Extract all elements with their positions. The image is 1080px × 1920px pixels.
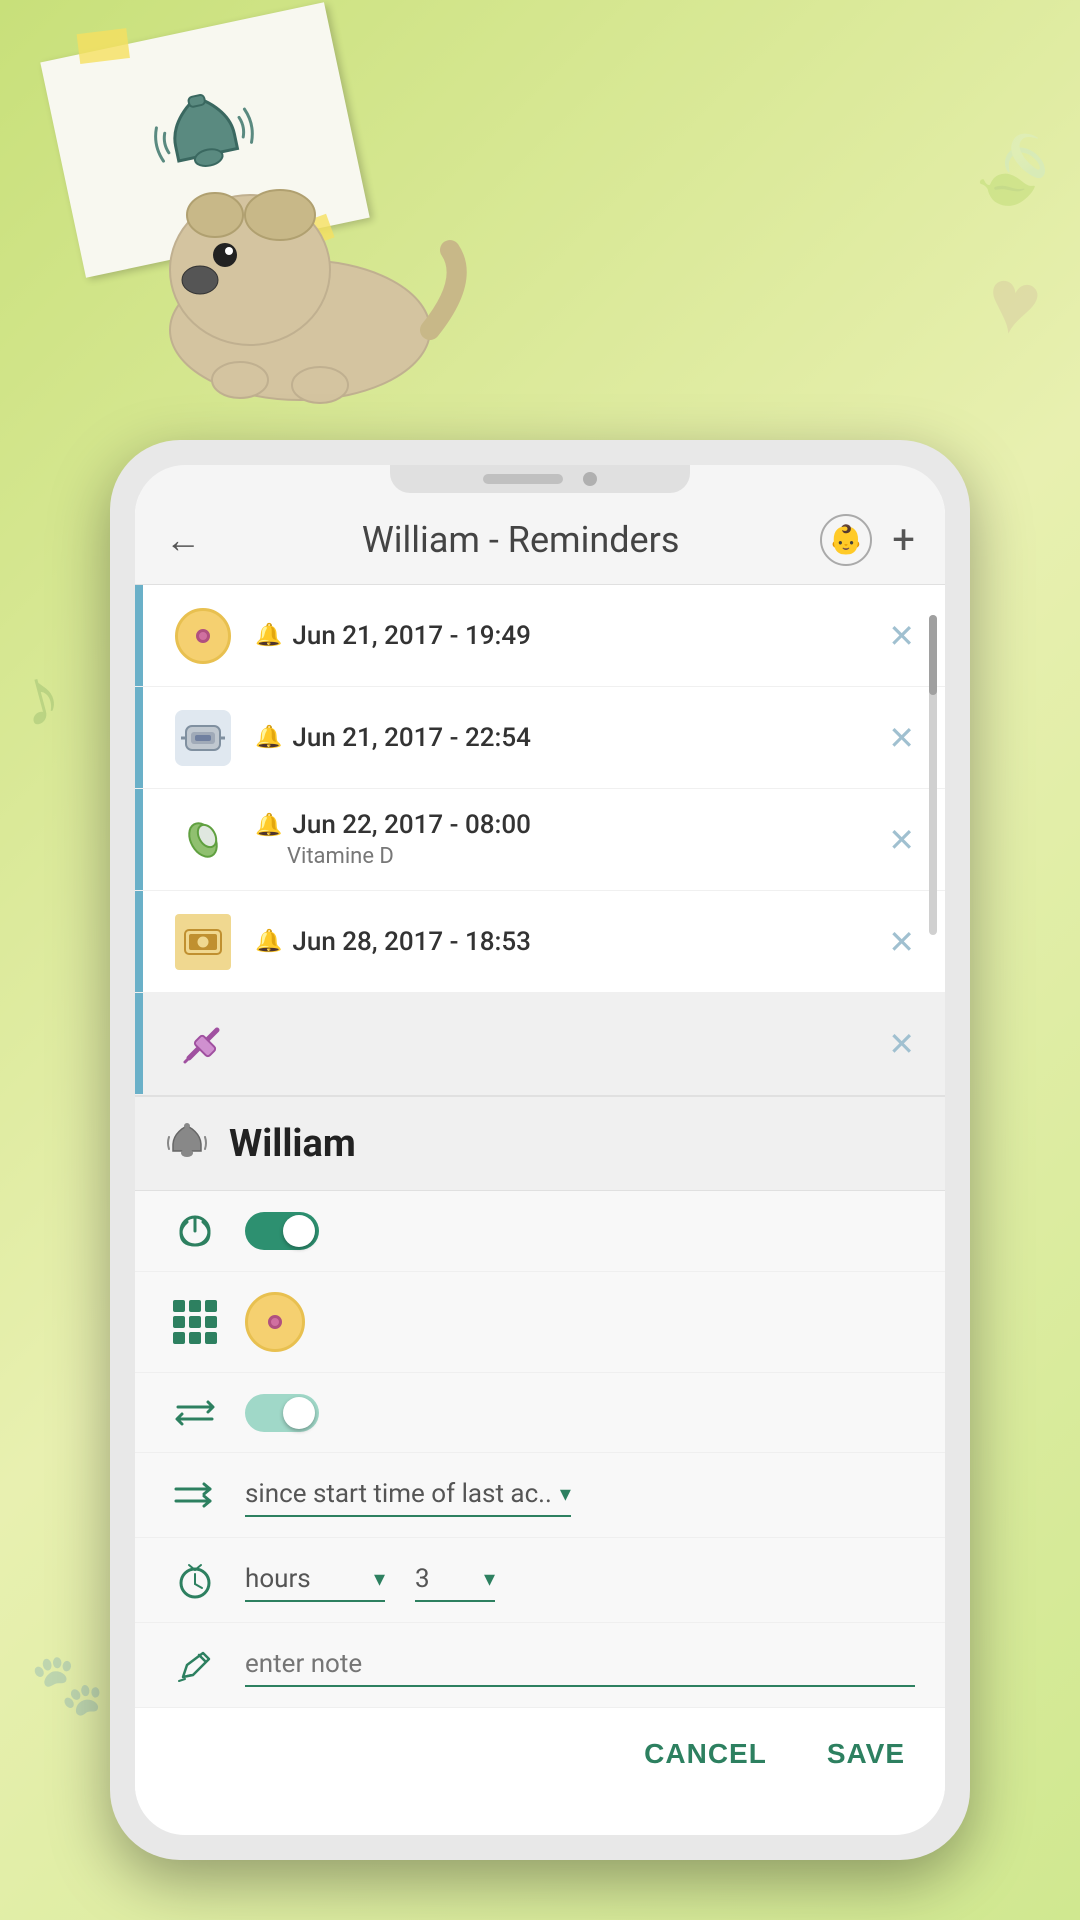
reminder-note: Vitamine D — [287, 844, 878, 869]
reminder-info: 🔔 Jun 28, 2017 - 18:53 — [255, 927, 878, 957]
detail-bell-icon — [165, 1119, 209, 1168]
delete-button[interactable]: ✕ — [878, 709, 925, 767]
since-arrow-icon: ▾ — [560, 1482, 571, 1507]
since-dropdown[interactable]: since start time of last ac.. ▾ — [245, 1473, 571, 1517]
hours-dropdown[interactable]: hours ▾ — [245, 1558, 385, 1602]
reminder-info: 🔔 Jun 21, 2017 - 22:54 — [255, 723, 878, 753]
number-arrow-icon: ▾ — [484, 1567, 495, 1592]
cancel-button[interactable]: CANCEL — [634, 1728, 777, 1780]
reminder-info: 🔔 Jun 22, 2017 - 08:00 Vitamine D — [255, 810, 878, 869]
since-text: since start time of last ac.. — [245, 1479, 552, 1509]
stuffed-animal — [120, 150, 480, 414]
toggle-knob — [283, 1215, 315, 1247]
header-bar: ← William - Reminders 👶 + — [135, 495, 945, 585]
number-value: 3 — [415, 1564, 476, 1594]
category-row[interactable] — [135, 1272, 945, 1373]
power-icon — [165, 1211, 225, 1251]
time-row[interactable]: hours ▾ 3 ▾ — [135, 1538, 945, 1623]
reminder-item[interactable]: 🔔 Jun 22, 2017 - 08:00 Vitamine D ✕ — [135, 789, 945, 891]
repeat-toggle[interactable] — [245, 1394, 319, 1432]
bell-icon: 🔔 — [255, 623, 282, 648]
scroll-track — [929, 615, 937, 935]
hours-row: hours ▾ 3 ▾ — [245, 1558, 495, 1602]
delete-button[interactable]: ✕ — [878, 913, 925, 971]
phone-top-bar — [390, 465, 690, 493]
number-dropdown[interactable]: 3 ▾ — [415, 1558, 495, 1602]
reminder-icon-pill — [170, 603, 235, 668]
delete-button[interactable]: ✕ — [878, 607, 925, 665]
pencil-icon — [165, 1645, 225, 1685]
detail-header: William — [135, 1097, 945, 1191]
reminder-icon-syringe — [170, 1011, 235, 1076]
phone-inner: ← William - Reminders 👶 + — [135, 465, 945, 1835]
reminder-icon-capsule — [170, 807, 235, 872]
bell-icon: 🔔 — [255, 813, 282, 838]
enabled-row — [135, 1191, 945, 1272]
save-button[interactable]: SAVE — [817, 1728, 915, 1780]
reminder-date: Jun 21, 2017 - 19:49 — [292, 621, 531, 651]
repeat-icon — [165, 1397, 225, 1429]
category-pill[interactable] — [245, 1292, 305, 1352]
left-bar — [135, 891, 143, 992]
scroll-thumb[interactable] — [929, 615, 937, 695]
since-row[interactable]: since start time of last ac.. ▾ — [135, 1453, 945, 1538]
toggle-knob-repeat — [283, 1397, 315, 1429]
phone-frame: ← William - Reminders 👶 + — [110, 440, 970, 1860]
bell-icon: 🔔 — [255, 929, 282, 954]
reminder-item[interactable]: 🔔 Jun 21, 2017 - 19:49 ✕ — [135, 585, 945, 687]
timer-icon — [165, 1560, 225, 1600]
bell-icon: 🔔 — [255, 725, 282, 750]
reminder-date: Jun 21, 2017 - 22:54 — [292, 723, 531, 753]
baby-icon-button[interactable]: 👶 — [820, 514, 872, 566]
reminder-date: Jun 22, 2017 - 08:00 — [292, 810, 531, 840]
hours-arrow-icon: ▾ — [374, 1567, 385, 1592]
reminder-item[interactable]: 🔔 Jun 28, 2017 - 18:53 ✕ — [135, 891, 945, 993]
reminder-item[interactable]: 🔔 Jun 21, 2017 - 22:54 ✕ — [135, 687, 945, 789]
reminder-icon-band2 — [170, 909, 235, 974]
phone-speaker — [483, 474, 563, 484]
delete-button[interactable]: ✕ — [878, 811, 925, 869]
note-input[interactable] — [245, 1649, 915, 1679]
category-icon — [165, 1300, 225, 1344]
add-button[interactable]: + — [892, 516, 915, 563]
reminder-item[interactable]: ✕ — [135, 993, 945, 1095]
phone-camera — [583, 472, 597, 486]
reminder-list: 🔔 Jun 21, 2017 - 19:49 ✕ — [135, 585, 945, 1095]
repeat-row — [135, 1373, 945, 1453]
detail-name: William — [229, 1122, 356, 1166]
action-buttons: CANCEL SAVE — [135, 1708, 945, 1800]
left-bar — [135, 585, 143, 686]
detail-panel: William — [135, 1095, 945, 1800]
reminder-icon-band — [170, 705, 235, 770]
reminder-date: Jun 28, 2017 - 18:53 — [292, 927, 531, 957]
left-bar — [135, 789, 143, 890]
arrow-icon — [165, 1479, 225, 1511]
toggle-switch[interactable] — [245, 1212, 319, 1250]
note-row[interactable] — [135, 1623, 945, 1708]
hours-text: hours — [245, 1564, 366, 1594]
toggle-switch-repeat[interactable] — [245, 1394, 319, 1432]
reminder-info: 🔔 Jun 21, 2017 - 19:49 — [255, 621, 878, 651]
app-screen: ← William - Reminders 👶 + — [135, 495, 945, 1835]
page-title: William - Reminders — [221, 519, 820, 561]
back-button[interactable]: ← — [165, 519, 201, 561]
left-bar — [135, 687, 143, 788]
enabled-toggle[interactable] — [245, 1212, 319, 1250]
note-input-wrap[interactable] — [245, 1643, 915, 1687]
left-bar — [135, 993, 143, 1094]
delete-button[interactable]: ✕ — [878, 1015, 925, 1073]
